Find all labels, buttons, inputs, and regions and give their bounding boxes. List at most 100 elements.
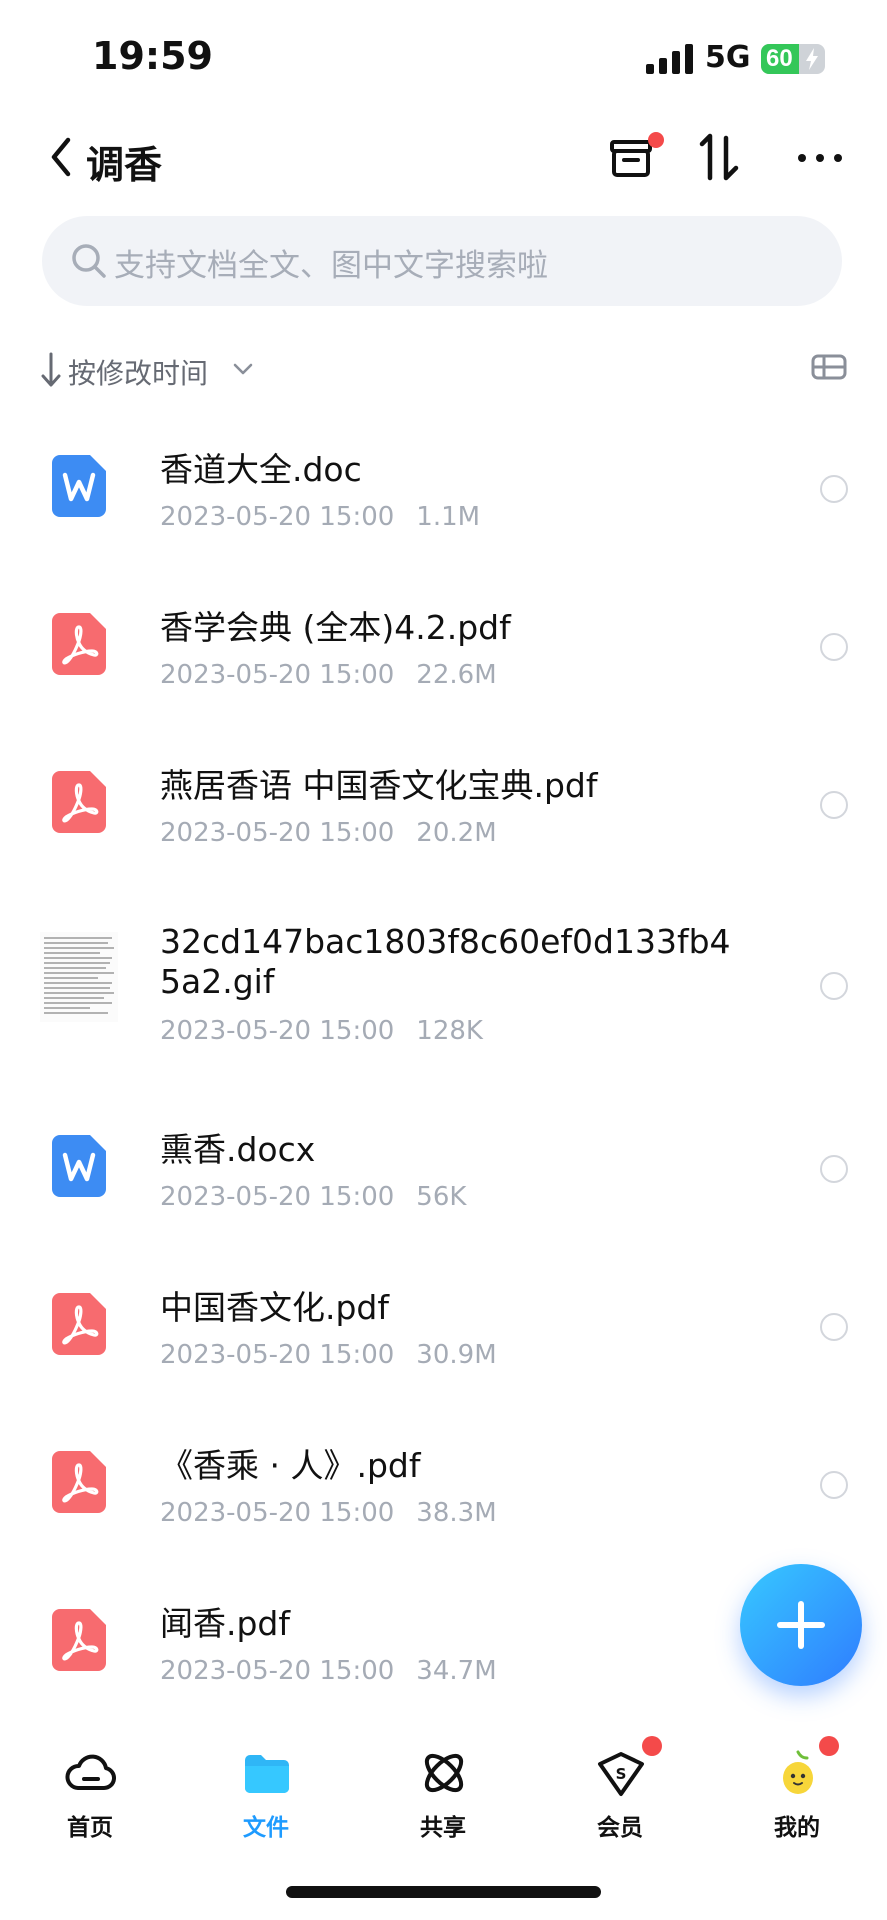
- file-name: 香道大全.doc: [160, 450, 362, 489]
- file-date: 2023-05-20 15:00: [160, 1182, 395, 1212]
- image-thumbnail: [40, 932, 118, 1022]
- select-checkbox[interactable]: [820, 791, 848, 819]
- nav-bar: 调香: [0, 110, 887, 210]
- word-file-icon: [52, 1135, 106, 1197]
- status-bar: 19:59 5G 60: [0, 0, 887, 110]
- file-meta: 2023-05-20 15:00 20.2M: [160, 818, 497, 848]
- search-icon: [72, 244, 106, 278]
- file-date: 2023-05-20 15:00: [160, 1498, 395, 1528]
- select-checkbox[interactable]: [820, 972, 848, 1000]
- view-toggle-icon[interactable]: [811, 352, 847, 382]
- list-item[interactable]: 32cd147bac1803f8c60ef0d133fb45a2.gif 202…: [0, 894, 887, 1090]
- list-item[interactable]: 香道大全.doc 2023-05-20 15:00 1.1M: [0, 420, 887, 570]
- list-item[interactable]: 中国香文化.pdf 2023-05-20 15:00 30.9M: [0, 1258, 887, 1408]
- svg-text:S: S: [616, 1765, 627, 1783]
- arrow-down-icon: [41, 352, 61, 387]
- atom-icon: [424, 1753, 464, 1793]
- tab-files[interactable]: 文件: [196, 1736, 336, 1856]
- list-item[interactable]: 燕居香语 中国香文化宝典.pdf 2023-05-20 15:00 20.2M: [0, 736, 887, 886]
- file-date: 2023-05-20 15:00: [160, 1656, 395, 1686]
- status-time: 19:59: [92, 34, 213, 78]
- file-meta: 2023-05-20 15:00 56K: [160, 1182, 466, 1212]
- notification-dot: [648, 132, 664, 148]
- vip-diamond-icon: S: [598, 1752, 644, 1796]
- file-name: 闻香.pdf: [160, 1604, 291, 1643]
- file-date: 2023-05-20 15:00: [160, 818, 395, 848]
- file-meta: 2023-05-20 15:00 22.6M: [160, 660, 497, 690]
- file-size: 20.2M: [416, 818, 497, 848]
- file-date: 2023-05-20 15:00: [160, 660, 395, 690]
- select-checkbox[interactable]: [820, 1155, 848, 1183]
- file-meta: 2023-05-20 15:00 1.1M: [160, 502, 480, 532]
- chevron-left-icon[interactable]: [44, 132, 78, 182]
- file-meta: 2023-05-20 15:00 38.3M: [160, 1498, 497, 1528]
- search-bar[interactable]: 支持文档全文、图中文字搜索啦: [42, 216, 842, 306]
- add-button[interactable]: [740, 1564, 862, 1686]
- select-checkbox[interactable]: [820, 1313, 848, 1341]
- pdf-file-icon: [52, 1609, 106, 1671]
- file-size: 128K: [416, 1016, 483, 1046]
- list-item[interactable]: 香学会典 (全本)4.2.pdf 2023-05-20 15:00 22.6M: [0, 578, 887, 728]
- sort-button[interactable]: [694, 130, 750, 186]
- tab-label: 文件: [243, 1815, 289, 1841]
- file-name: 《香乘 · 人》.pdf: [160, 1446, 421, 1485]
- pdf-file-icon: [52, 771, 106, 833]
- file-size: 56K: [416, 1182, 467, 1212]
- home-indicator: [286, 1886, 601, 1898]
- file-size: 38.3M: [416, 1498, 497, 1528]
- tab-label: 我的: [774, 1815, 820, 1841]
- tab-label: 首页: [67, 1815, 113, 1841]
- select-checkbox[interactable]: [820, 475, 848, 503]
- file-name: 中国香文化.pdf: [160, 1288, 390, 1327]
- pdf-file-icon: [52, 613, 106, 675]
- page-title: 调香: [86, 143, 163, 187]
- file-size: 34.7M: [416, 1656, 497, 1686]
- tab-me[interactable]: 我的: [727, 1736, 867, 1856]
- tab-label: 共享: [420, 1815, 466, 1841]
- more-icon: [798, 154, 842, 162]
- plus-icon: [777, 1601, 825, 1649]
- select-checkbox[interactable]: [820, 1471, 848, 1499]
- tab-home[interactable]: 首页: [20, 1736, 160, 1856]
- file-meta: 2023-05-20 15:00 128K: [160, 1016, 483, 1046]
- pdf-file-icon: [52, 1451, 106, 1513]
- file-date: 2023-05-20 15:00: [160, 1340, 395, 1370]
- file-name: 香学会典 (全本)4.2.pdf: [160, 608, 511, 647]
- charging-bolt-icon: [806, 48, 818, 70]
- folder-icon: [245, 1755, 289, 1793]
- word-file-icon: [52, 455, 106, 517]
- sort-arrows-icon: [699, 133, 739, 181]
- file-date: 2023-05-20 15:00: [160, 502, 395, 532]
- more-button[interactable]: [794, 130, 850, 186]
- signal-icon: [646, 44, 693, 74]
- file-meta: 2023-05-20 15:00 34.7M: [160, 1656, 497, 1686]
- battery-percent: 60: [766, 45, 793, 72]
- network-type: 5G: [705, 40, 751, 75]
- chevron-down-icon[interactable]: [230, 356, 256, 382]
- pdf-file-icon: [52, 1293, 106, 1355]
- sort-row: 按修改时间: [40, 348, 847, 392]
- file-name: 熏香.docx: [160, 1130, 316, 1169]
- tab-vip[interactable]: S 会员: [550, 1736, 690, 1856]
- tab-bar: 首页 文件 共享 S 会员 我的: [0, 1736, 887, 1856]
- sort-label[interactable]: 按修改时间: [68, 352, 208, 392]
- select-checkbox[interactable]: [820, 633, 848, 661]
- file-name: 燕居香语 中国香文化宝典.pdf: [160, 766, 598, 805]
- tab-label: 会员: [597, 1815, 643, 1841]
- list-item[interactable]: 《香乘 · 人》.pdf 2023-05-20 15:00 38.3M: [0, 1416, 887, 1566]
- notification-dot: [642, 1736, 662, 1756]
- notification-dot: [819, 1736, 839, 1756]
- file-date: 2023-05-20 15:00: [160, 1016, 395, 1046]
- archive-box-button[interactable]: [604, 130, 664, 186]
- file-size: 30.9M: [416, 1340, 497, 1370]
- cloud-icon: [65, 1754, 116, 1790]
- avatar-icon: [783, 1750, 813, 1794]
- battery-icon: 60: [761, 44, 825, 74]
- file-size: 22.6M: [416, 660, 497, 690]
- file-name: 32cd147bac1803f8c60ef0d133fb45a2.gif: [160, 922, 731, 1001]
- file-size: 1.1M: [416, 502, 481, 532]
- tab-share[interactable]: 共享: [373, 1736, 513, 1856]
- file-meta: 2023-05-20 15:00 30.9M: [160, 1340, 497, 1370]
- search-placeholder: 支持文档全文、图中文字搜索啦: [114, 248, 548, 284]
- list-item[interactable]: 熏香.docx 2023-05-20 15:00 56K: [0, 1100, 887, 1250]
